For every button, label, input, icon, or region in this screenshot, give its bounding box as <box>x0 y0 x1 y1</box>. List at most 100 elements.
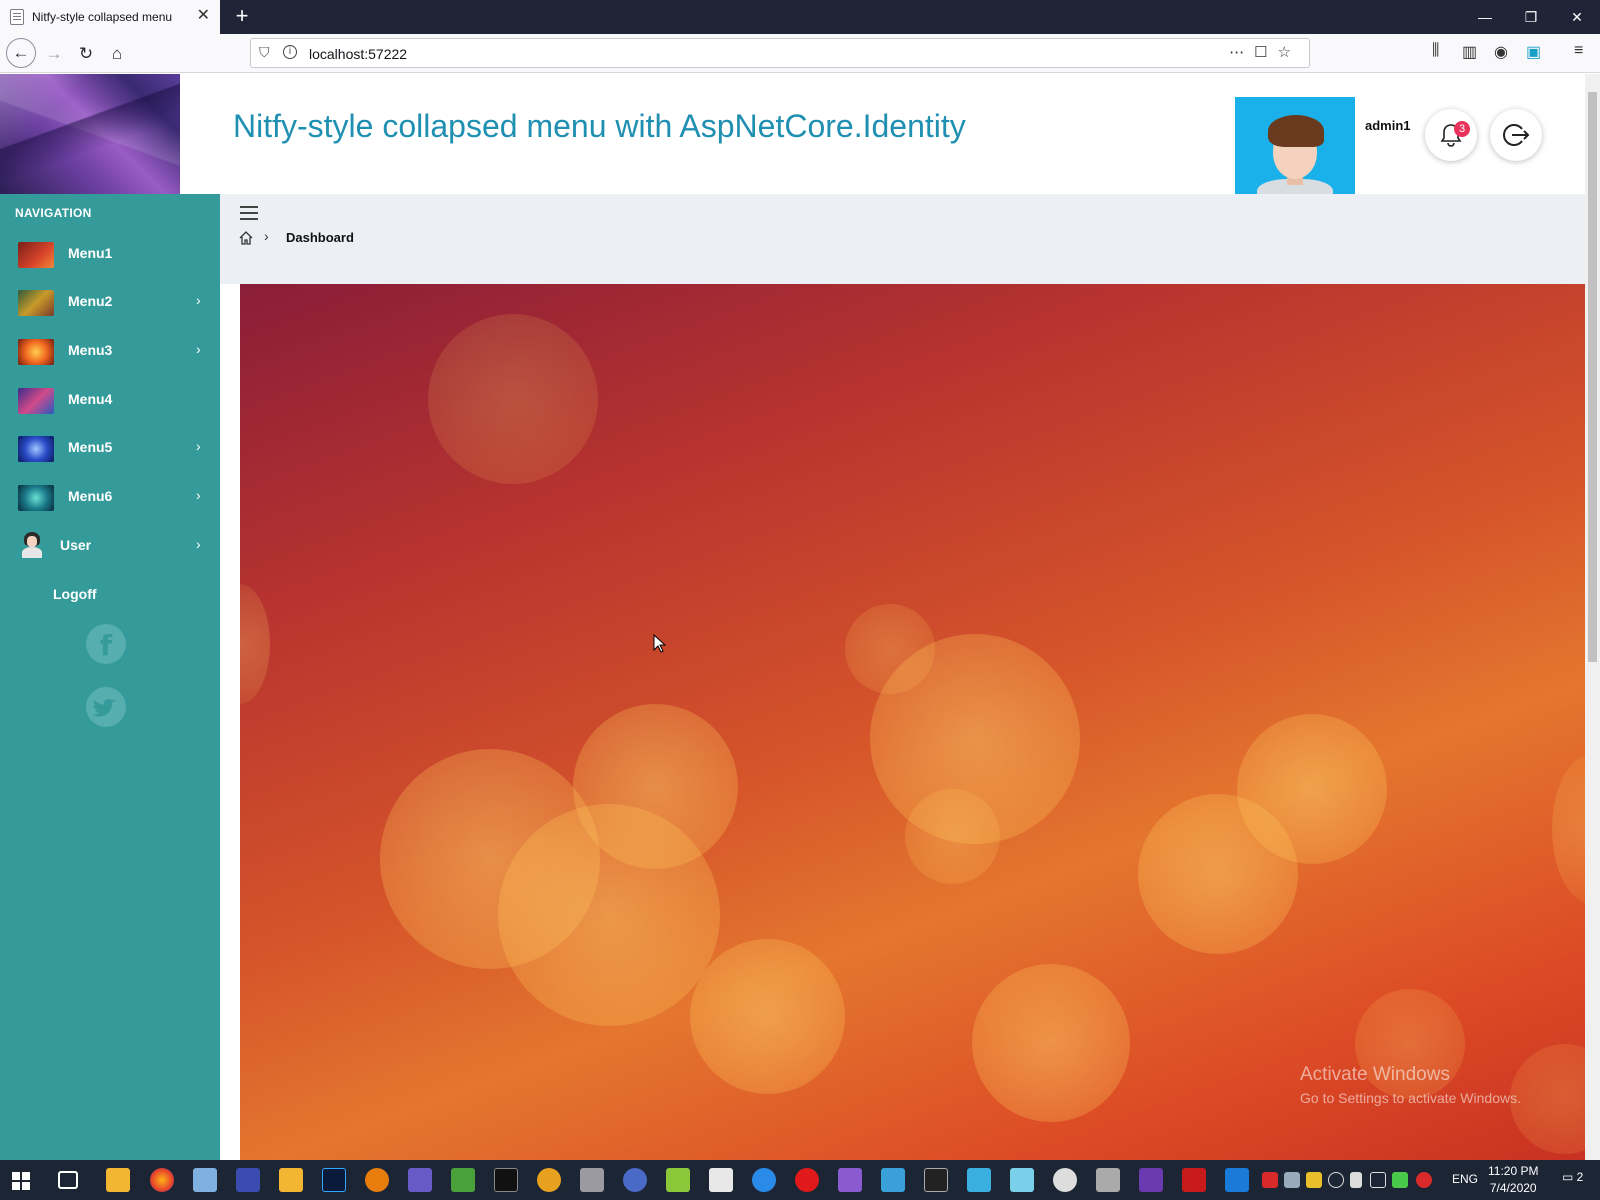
close-tab-icon[interactable]: ✕ <box>197 8 210 24</box>
sidebar-item-menu3[interactable]: Menu3 › <box>0 331 220 371</box>
folder-icon[interactable] <box>279 1168 303 1192</box>
notification-badge: 3 <box>1454 121 1470 137</box>
sidebar-item-label: Menu3 <box>68 342 113 358</box>
logoff-link[interactable]: Logoff <box>53 586 97 602</box>
url-text[interactable]: localhost:57222 <box>309 46 407 62</box>
tray-icon[interactable] <box>1284 1172 1300 1188</box>
library-icon[interactable]: ⫼ <box>1432 42 1439 60</box>
tracking-protection-icon[interactable]: ⛉ <box>259 44 270 61</box>
opera-icon[interactable] <box>795 1168 819 1192</box>
sidebar-item-menu5[interactable]: Menu5 › <box>0 428 220 468</box>
app-icon[interactable] <box>236 1168 260 1192</box>
user-icon <box>22 532 42 558</box>
terminal-icon[interactable] <box>494 1168 518 1192</box>
sidebar-item-label: User <box>60 537 92 553</box>
tab-title: Nitfy-style collapsed menu <box>32 10 173 24</box>
tray-icon[interactable] <box>1306 1172 1322 1188</box>
app-icon[interactable] <box>193 1168 217 1192</box>
browser-menu-icon[interactable]: ≡ <box>1574 42 1583 60</box>
home-button[interactable]: ⌂ <box>103 40 131 68</box>
tray-icon[interactable] <box>1416 1172 1432 1188</box>
app-icon[interactable] <box>881 1168 905 1192</box>
sidebar-item-menu6[interactable]: Menu6 › <box>0 477 220 517</box>
app-icon[interactable] <box>1053 1168 1077 1192</box>
photoshop-icon[interactable] <box>322 1168 346 1192</box>
sidebar-item-menu2[interactable]: Menu2 › <box>0 282 220 322</box>
sidebar-item-user[interactable]: User › <box>0 526 220 566</box>
site-info-icon[interactable]: i <box>283 45 297 59</box>
minimize-window-button[interactable]: — <box>1462 0 1508 34</box>
hamburger-menu-icon[interactable] <box>240 206 258 220</box>
menu6-thumbnail <box>18 485 54 511</box>
windows-start-icon[interactable] <box>12 1172 30 1190</box>
app-icon[interactable] <box>709 1168 733 1192</box>
bokeh-circle <box>1510 1044 1585 1154</box>
user-icon-body <box>22 547 42 558</box>
page-actions-icon[interactable]: ⋯☐☆ <box>1229 43 1301 61</box>
app-icon[interactable] <box>408 1168 432 1192</box>
username[interactable]: admin1 <box>1365 118 1411 133</box>
facebook-icon[interactable]: f <box>86 624 126 664</box>
vscode-icon[interactable] <box>1225 1168 1249 1192</box>
tray-icon[interactable] <box>1262 1172 1278 1188</box>
file-explorer-icon[interactable] <box>106 1168 130 1192</box>
watermark-subtitle: Go to Settings to activate Windows. <box>1300 1090 1521 1106</box>
address-bar[interactable]: ⛉ i localhost:57222 ⋯☐☆ <box>250 38 1310 68</box>
blender-icon[interactable] <box>365 1168 389 1192</box>
chevron-right-icon: › <box>196 536 201 552</box>
notifications-button[interactable]: 3 <box>1425 109 1477 161</box>
app-icon[interactable] <box>623 1168 647 1192</box>
menu3-thumbnail <box>18 339 54 365</box>
twitter-icon[interactable] <box>86 687 126 727</box>
app-icon[interactable] <box>451 1168 475 1192</box>
logout-button[interactable] <box>1490 109 1542 161</box>
browser-navbar: ← → ↻ ⌂ ⛉ i localhost:57222 ⋯☐☆ ⫼ ▥ ◉ ▣ … <box>0 34 1600 73</box>
new-tab-button[interactable]: + <box>230 5 254 29</box>
firefox-icon[interactable] <box>150 1168 174 1192</box>
reload-button[interactable]: ↻ <box>72 40 100 68</box>
app-icon[interactable] <box>666 1168 690 1192</box>
account-icon[interactable]: ◉ <box>1494 42 1508 62</box>
restore-window-button[interactable]: ❐ <box>1508 0 1554 34</box>
sidebar: NAVIGATION Menu1 Menu2 › Menu3 › Menu4 M… <box>0 194 220 1160</box>
tray-icon[interactable] <box>1392 1172 1408 1188</box>
tools-icon[interactable] <box>580 1168 604 1192</box>
content-toolbar: › Dashboard <box>220 194 1585 284</box>
scrollbar-thumb[interactable] <box>1588 92 1597 662</box>
browser-tab[interactable]: Nitfy-style collapsed menu ✕ <box>0 0 220 34</box>
system-clock[interactable]: 11:20 PM 7/4/2020 <box>1488 1163 1538 1197</box>
task-view-icon[interactable] <box>58 1171 78 1189</box>
clock-date: 7/4/2020 <box>1489 1181 1537 1195</box>
app-icon[interactable] <box>924 1168 948 1192</box>
dashboard-hero-image <box>240 284 1585 1160</box>
app-icon[interactable] <box>537 1168 561 1192</box>
breadcrumb-separator-icon: › <box>264 228 269 244</box>
app-icon[interactable] <box>1096 1168 1120 1192</box>
app-icon[interactable] <box>967 1168 991 1192</box>
navigation-heading: NAVIGATION <box>15 206 92 220</box>
user-avatar[interactable] <box>1235 97 1355 194</box>
volume-icon[interactable] <box>1370 1172 1386 1188</box>
extension-icon[interactable]: ▣ <box>1526 42 1541 62</box>
visual-studio-icon[interactable] <box>838 1168 862 1192</box>
app-icon[interactable] <box>1010 1168 1034 1192</box>
sidebar-toggle-icon[interactable]: ▥ <box>1462 42 1477 62</box>
input-language[interactable]: ENG <box>1452 1172 1478 1186</box>
close-window-button[interactable]: ✕ <box>1554 0 1600 34</box>
mouse-cursor-icon <box>653 634 667 653</box>
filezilla-icon[interactable] <box>1182 1168 1206 1192</box>
home-icon[interactable] <box>238 230 254 246</box>
usb-icon[interactable] <box>1350 1172 1362 1188</box>
forward-button[interactable]: → <box>40 40 68 68</box>
watermark-title: Activate Windows <box>1300 1064 1450 1085</box>
app-icon[interactable] <box>752 1168 776 1192</box>
sidebar-item-menu4[interactable]: Menu4 <box>0 380 220 420</box>
network-icon[interactable] <box>1328 1172 1344 1188</box>
back-button[interactable]: ← <box>6 38 36 68</box>
chevron-right-icon: › <box>196 341 201 357</box>
page-scrollbar[interactable] <box>1585 74 1600 1160</box>
sidebar-item-menu1[interactable]: Menu1 <box>0 234 220 274</box>
menu5-thumbnail <box>18 436 54 462</box>
action-center-icon[interactable]: ▭ 2 <box>1562 1170 1583 1184</box>
visual-studio-icon[interactable] <box>1139 1168 1163 1192</box>
